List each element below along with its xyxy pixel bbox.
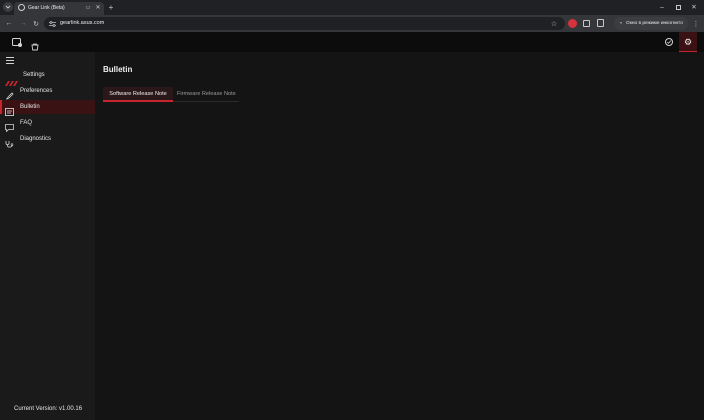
side-panel-icon[interactable] [597, 19, 604, 27]
sidebar-item-label: Diagnostics [20, 136, 52, 142]
gear-icon: ⚙ [683, 36, 693, 47]
store-icon[interactable] [31, 38, 39, 51]
reload-icon[interactable]: ↻ [31, 17, 41, 30]
incognito-label: Окно в режиме инкогнито [626, 21, 683, 26]
tab-close-icon[interactable]: ✕ [94, 3, 102, 12]
page-title: Bulletin [103, 65, 133, 74]
forward-icon[interactable]: → [18, 17, 28, 30]
rog-logo-icon [5, 73, 19, 86]
sidebar-brand-label: Settings [23, 72, 45, 78]
url-text: gearlink.asus.com [60, 20, 105, 26]
tab-software-release-note[interactable]: Software Release Note [103, 87, 173, 102]
sidebar-item-faq[interactable]: FAQ [0, 116, 95, 133]
new-tab-icon[interactable]: + [106, 2, 116, 12]
extension-icon[interactable] [568, 19, 577, 28]
tab-title: Gear Link (Beta) [28, 5, 65, 11]
browser-menu-icon[interactable]: ⋮ [692, 17, 700, 30]
browser-tab[interactable]: Gear Link (Beta) ▭ ✕ [14, 2, 104, 15]
incognito-badge[interactable]: ◔ Окно в режиме инкогнито [614, 17, 688, 30]
update-check-icon[interactable] [665, 38, 673, 46]
main-content: Bulletin Software Release Note Firmware … [95, 52, 704, 420]
minimize-icon[interactable]: – [657, 2, 667, 12]
settings-tab-active[interactable]: ⚙ [679, 32, 697, 52]
browser-tab-strip: Gear Link (Beta) ▭ ✕ + – ✕ [0, 0, 704, 15]
site-info-icon[interactable] [48, 20, 56, 27]
sidebar-item-bulletin[interactable]: Bulletin [0, 100, 95, 116]
app-top-bar: ⚙ [0, 32, 704, 52]
brush-icon [5, 87, 14, 100]
sidebar-item-label: Preferences [20, 88, 53, 94]
sidebar: Settings Preferences Bulletin FAQ Diagno… [0, 52, 95, 420]
stethoscope-icon [5, 135, 14, 148]
incognito-icon: ◔ [618, 20, 623, 27]
chat-icon [5, 119, 14, 133]
browser-toolbar: ← → ↻ gearlink.asus.com ☆ ◔ Окно в режим… [0, 15, 704, 32]
back-icon[interactable]: ← [4, 17, 14, 30]
bookmark-star-icon[interactable]: ☆ [549, 19, 559, 28]
tab-mute-icon[interactable]: ▭ [84, 3, 92, 12]
device-icon[interactable] [12, 38, 22, 47]
tab-search-icon[interactable] [3, 2, 13, 12]
extension-puzzle-icon[interactable] [583, 20, 590, 27]
tab-favicon-icon [18, 4, 25, 11]
current-version: Current Version: v1.00.16 [14, 406, 83, 412]
sidebar-item-diagnostics[interactable]: Diagnostics [0, 132, 95, 148]
sidebar-item-label: FAQ [20, 120, 33, 126]
bulletin-icon [5, 103, 14, 116]
window-close-icon[interactable]: ✕ [689, 2, 699, 12]
sidebar-item-preferences[interactable]: Preferences [0, 84, 95, 100]
tab-firmware-release-note[interactable]: Firmware Release Note [177, 87, 239, 102]
address-bar[interactable]: gearlink.asus.com ☆ [44, 17, 565, 30]
maximize-icon[interactable] [673, 2, 683, 12]
hamburger-menu-icon[interactable] [6, 57, 14, 64]
sidebar-item-label: Bulletin [20, 104, 40, 110]
